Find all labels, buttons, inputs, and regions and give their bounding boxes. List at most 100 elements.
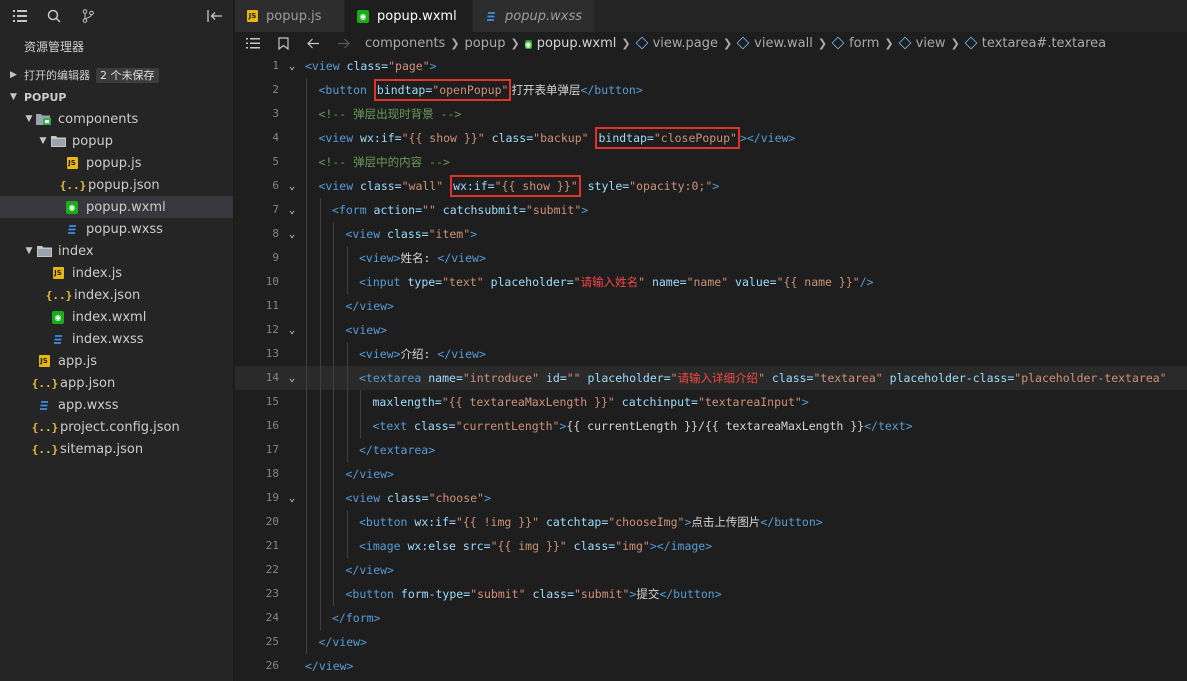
code-line[interactable]: 14 ⌄ <textarea name="introduce" id="" plac… [235, 366, 1187, 390]
tree-item-index-json[interactable]: {..} index.json [0, 284, 233, 306]
search-icon[interactable] [46, 8, 62, 24]
tree-item-index-js[interactable]: JS index.js [0, 262, 233, 284]
code-line[interactable]: 13 <view>介绍: </view> [235, 342, 1187, 366]
code-line[interactable]: 18 </view> [235, 462, 1187, 486]
tab-popup-js[interactable]: JS popup.js [235, 0, 345, 32]
indent-guide [306, 630, 307, 654]
indent-guide [319, 558, 321, 582]
code-line[interactable]: 19 ⌄ <view class="choose"> [235, 486, 1187, 510]
code-line[interactable]: 26 </view> [235, 654, 1187, 678]
code-line[interactable]: 12 ⌄ <view> [235, 318, 1187, 342]
code-line[interactable]: 17 </textarea> [235, 438, 1187, 462]
js-file-icon: JS [66, 157, 78, 169]
breadcrumb-item[interactable]: ◉ popup.wxml [524, 36, 616, 51]
code-line[interactable]: 7 ⌄ <form action="" catchsubmit="submit"> [235, 198, 1187, 222]
indent-guide [319, 390, 321, 414]
tree-item-popup-json[interactable]: {..} popup.json [0, 174, 233, 196]
code-line[interactable]: 5 <!-- 弹层中的内容 --> [235, 150, 1187, 174]
indent-guide [346, 414, 348, 438]
indent-guide [306, 342, 307, 366]
breadcrumb-item[interactable]: view.wall [736, 36, 813, 51]
line-number: 26 [265, 659, 279, 672]
fold-chevron-icon[interactable]: ⌄ [285, 486, 299, 510]
code-line[interactable]: 25 </view> [235, 630, 1187, 654]
fold-chevron-icon[interactable]: ⌄ [285, 366, 299, 390]
breadcrumb-item[interactable]: view.page [635, 36, 718, 51]
indent-guide [333, 438, 334, 462]
tree-item-index[interactable]: ▼ index [0, 240, 233, 262]
code-token: 姓名: [400, 251, 438, 265]
indent-guide [319, 414, 321, 438]
code-text: </view> [346, 294, 394, 318]
code-line[interactable]: 4 <view wx:if="{{ show }}" class="backup"… [235, 126, 1187, 150]
tree-item-popup-wxss[interactable]: popup.wxss [0, 218, 233, 240]
bookmark-icon[interactable] [275, 36, 291, 50]
tree-item-app-js[interactable]: JS app.js [0, 350, 233, 372]
tree-item-app-json[interactable]: {..} app.json [0, 372, 233, 394]
tree-item-index-wxml[interactable]: ◉ index.wxml [0, 306, 233, 328]
code-line[interactable]: 6 ⌄ <view class="wall" wx:if="{{ show }}" … [235, 174, 1187, 198]
code-line[interactable]: 10 <input type="text" placeholder="请输入姓名"… [235, 270, 1187, 294]
fold-chevron-icon[interactable]: ⌄ [285, 222, 299, 246]
tree-item-project-config-json[interactable]: {..} project.config.json [0, 416, 233, 438]
code-line[interactable]: 20 <button wx:if="{{ !img }}" catchtap="c… [235, 510, 1187, 534]
code-line[interactable]: 15 maxlength="{{ textareaMaxLength }}" ca… [235, 390, 1187, 414]
code-line[interactable]: 22 </view> [235, 558, 1187, 582]
code-token: </view> [345, 467, 394, 481]
code-text: </view> [346, 558, 394, 582]
tree-item-label: popup.wxml [86, 199, 166, 215]
tree-item-app-wxss[interactable]: app.wxss [0, 394, 233, 416]
line-number: 10 [265, 275, 279, 288]
collapse-panel-icon[interactable] [207, 8, 223, 24]
code-line[interactable]: 3 <!-- 弹层出现时背景 --> [235, 102, 1187, 126]
code-token: class= [387, 227, 429, 241]
tree-item-popup[interactable]: ▼ popup [0, 130, 233, 152]
breadcrumb-item[interactable]: form [831, 36, 879, 51]
tree-item-index-wxss[interactable]: index.wxss [0, 328, 233, 350]
files-icon[interactable] [12, 8, 28, 24]
code-line[interactable]: 2 <button bindtap="openPopup" 打开表单弹层</butt… [235, 78, 1187, 102]
open-editors-header[interactable]: ▶ 打开的编辑器 2 个未保存 [0, 64, 233, 86]
tab-popup-wxss[interactable]: popup.wxss [473, 0, 595, 32]
indent-guide [306, 222, 307, 246]
project-header[interactable]: ▼ POPUP [0, 86, 233, 108]
tree-item-sitemap-json[interactable]: {..} sitemap.json [0, 438, 233, 460]
breadcrumb-item[interactable]: view [898, 36, 946, 51]
code-line[interactable]: 23 <button form-type="submit" class="subm… [235, 582, 1187, 606]
tree-item-label: project.config.json [60, 419, 180, 435]
fold-chevron-icon[interactable]: ⌄ [285, 174, 299, 198]
tree-item-components[interactable]: ▼ components [0, 108, 233, 130]
tree-item-popup-js[interactable]: JS popup.js [0, 152, 233, 174]
code-token: class= [414, 419, 456, 433]
tree-item-popup-wxml[interactable]: ◉ popup.wxml [0, 196, 233, 218]
fold-chevron-icon[interactable]: ⌄ [285, 54, 299, 78]
tree-item-label: app.wxss [58, 397, 119, 413]
json-file-icon: {..} [31, 442, 59, 456]
indent-guide [306, 438, 307, 462]
code-line[interactable]: 21 <image wx:else src="{{ img }}" class="… [235, 534, 1187, 558]
code-line[interactable]: 8 ⌄ <view class="item"> [235, 222, 1187, 246]
breadcrumb-item[interactable]: textarea#.textarea [964, 36, 1106, 51]
code-line[interactable]: 24 </form> [235, 606, 1187, 630]
tab-popup-wxml[interactable]: ◉ popup.wxml [345, 0, 473, 32]
code-line[interactable]: 1 ⌄ <view class="page"> [235, 54, 1187, 78]
code-line[interactable]: 9 <view>姓名: </view> [235, 246, 1187, 270]
code-editor[interactable]: 1 ⌄ <view class="page"> 2 <button bindtap="o… [235, 54, 1187, 681]
indent-guide [319, 222, 321, 246]
indent-guide [319, 270, 321, 294]
source-control-icon[interactable] [80, 8, 96, 24]
list-icon[interactable] [245, 37, 261, 49]
fold-chevron-icon[interactable]: ⌄ [285, 318, 299, 342]
arrow-left-icon[interactable] [305, 38, 321, 49]
breadcrumb-item[interactable]: components [365, 36, 445, 51]
code-line[interactable]: 11 </view> [235, 294, 1187, 318]
fold-chevron-icon[interactable]: ⌄ [285, 198, 299, 222]
folder-icon [36, 243, 52, 259]
indent-guide [306, 582, 307, 606]
breadcrumb-item[interactable]: popup [465, 36, 506, 51]
highlight-box: bindtap="closePopup" [595, 127, 740, 149]
code-line[interactable]: 16 <text class="currentLength">{{ current… [235, 414, 1187, 438]
code-token: <form [332, 203, 374, 217]
arrow-right-icon[interactable] [335, 38, 351, 49]
code-token: <view [345, 491, 388, 505]
